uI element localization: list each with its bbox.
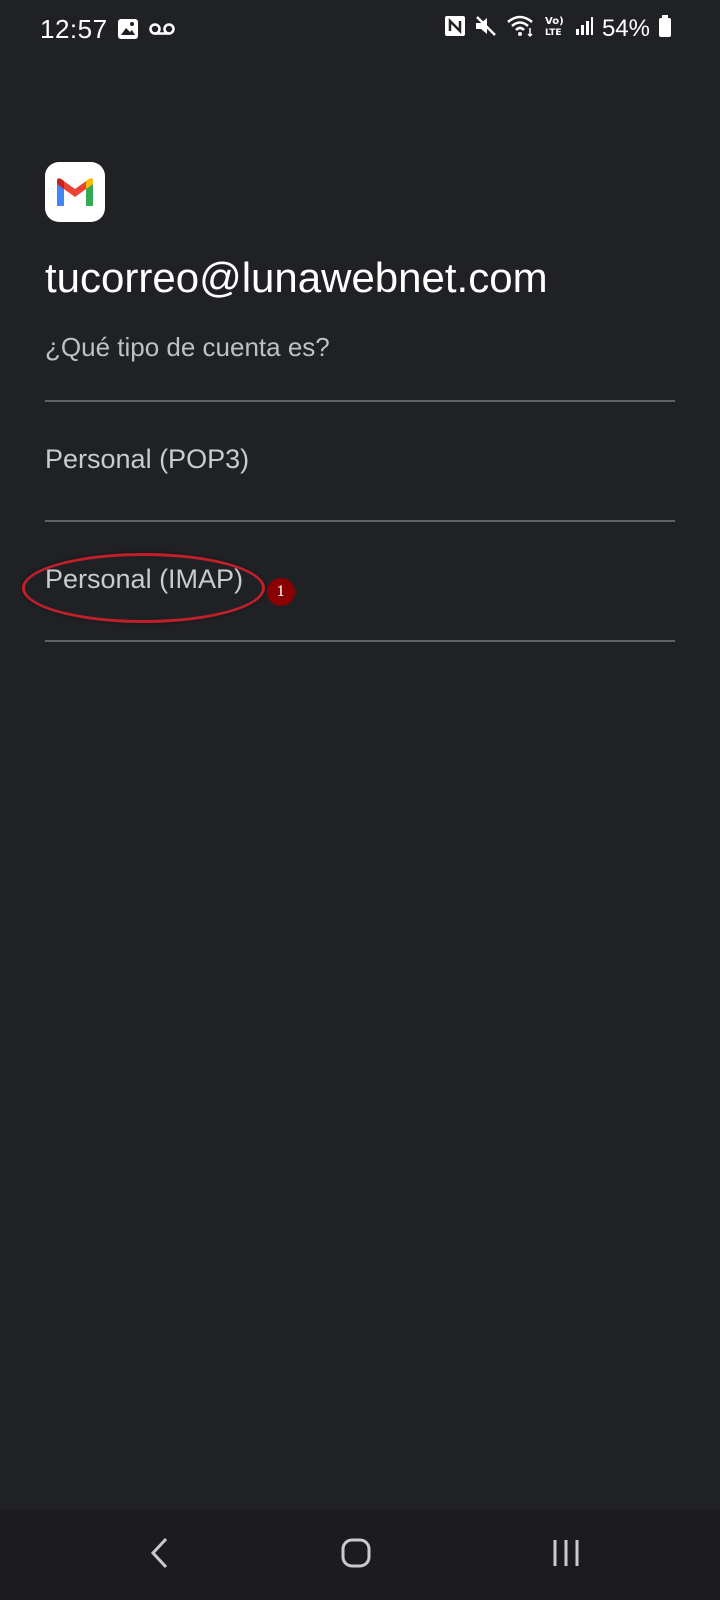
- option-label: Personal (IMAP): [45, 563, 244, 594]
- option-label: Personal (POP3): [45, 443, 250, 474]
- gmail-icon: [45, 162, 105, 222]
- recents-icon: [550, 1537, 582, 1574]
- screen: 12:57 Vo) LTE 54% tucorreo@lunawebnet.co…: [0, 0, 720, 1600]
- status-left-icons: [117, 18, 175, 45]
- gallery-icon: [117, 18, 139, 45]
- option-imap[interactable]: Personal (IMAP): [45, 520, 675, 638]
- status-bar: 12:57 Vo) LTE 54%: [0, 0, 720, 60]
- status-time: 12:57: [40, 14, 108, 44]
- divider: [45, 640, 675, 642]
- option-pop3[interactable]: Personal (POP3): [45, 400, 675, 518]
- annotation-badge: 1: [267, 578, 295, 606]
- battery-icon: [658, 14, 672, 43]
- recents-button[interactable]: [536, 1530, 596, 1580]
- voicemail-icon: [149, 22, 175, 41]
- account-type-question: ¿Qué tipo de cuenta es?: [45, 332, 330, 362]
- battery-level: 54%: [601, 14, 650, 42]
- svg-text:LTE: LTE: [545, 28, 562, 38]
- svg-text:Vo): Vo): [545, 16, 564, 27]
- home-button[interactable]: [326, 1530, 386, 1580]
- back-button[interactable]: [130, 1530, 190, 1580]
- nfc-icon: [444, 15, 466, 42]
- volte-icon: Vo) LTE: [544, 14, 566, 43]
- mute-icon: [474, 15, 498, 42]
- signal-icon: [574, 15, 594, 42]
- wifi-icon: [506, 14, 536, 43]
- status-right: Vo) LTE 54%: [444, 14, 672, 43]
- nav-bar: [0, 1510, 720, 1600]
- back-icon: [148, 1536, 172, 1575]
- home-icon: [340, 1537, 372, 1574]
- account-email: tucorreo@lunawebnet.com: [45, 254, 548, 301]
